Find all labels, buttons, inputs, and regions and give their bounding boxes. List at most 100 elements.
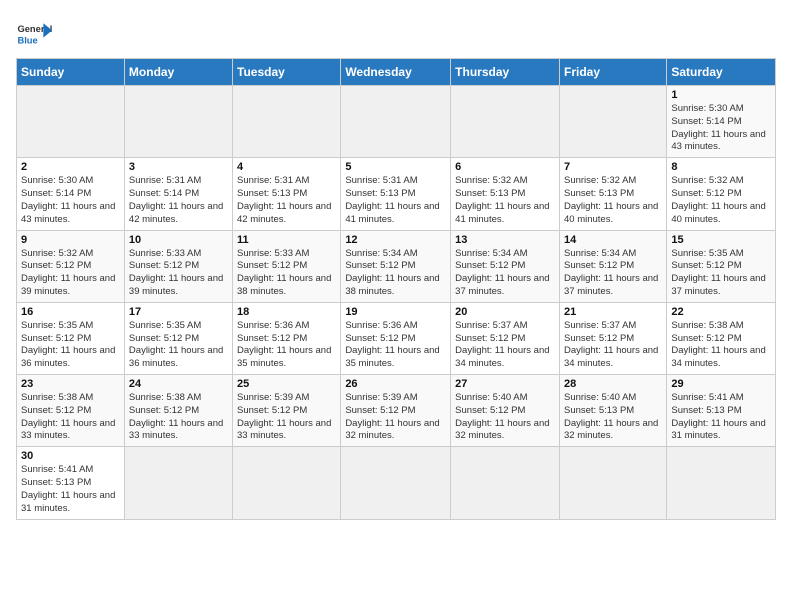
calendar-cell: 25Sunrise: 5:39 AM Sunset: 5:12 PM Dayli… bbox=[233, 375, 341, 447]
day-number: 21 bbox=[564, 306, 662, 318]
calendar-week-5: 23 Sunrise: 5:38 AM Sunset: 5:12 PM Dayli… bbox=[17, 375, 776, 447]
day-number: 18 bbox=[237, 306, 336, 318]
day-number: 2 bbox=[21, 161, 120, 173]
day-number: 23 bbox=[21, 378, 120, 390]
day-number: 25 bbox=[237, 378, 336, 390]
calendar-cell: 17 Sunrise: 5:35 AM Sunset: 5:12 PM Dayli… bbox=[124, 302, 232, 374]
calendar-cell: 24 Sunrise: 5:38 AM Sunset: 5:12 PM Dayli… bbox=[124, 375, 232, 447]
calendar-cell bbox=[341, 86, 451, 158]
weekday-header-wednesday: Wednesday bbox=[341, 59, 451, 86]
day-info: Sunrise: 5:31 AM Sunset: 5:13 PM Dayligh… bbox=[237, 175, 336, 226]
day-info: Sunrise: 5:32 AM Sunset: 5:13 PM Dayligh… bbox=[455, 175, 555, 226]
calendar-cell: 5 Sunrise: 5:31 AM Sunset: 5:13 PM Daylig… bbox=[341, 158, 451, 230]
day-number: 24 bbox=[129, 378, 228, 390]
day-info: Sunrise: 5:38 AM Sunset: 5:12 PM Dayligh… bbox=[21, 392, 120, 443]
calendar-cell: 19 Sunrise: 5:36 AM Sunset: 5:12 PM Dayli… bbox=[341, 302, 451, 374]
calendar-week-3: 9 Sunrise: 5:32 AM Sunset: 5:12 PM Daylig… bbox=[17, 230, 776, 302]
day-number: 17 bbox=[129, 306, 228, 318]
calendar-cell bbox=[233, 447, 341, 519]
calendar-cell: 27 Sunrise: 5:40 AM Sunset: 5:12 PM Dayli… bbox=[451, 375, 560, 447]
logo: General Blue bbox=[16, 16, 56, 52]
weekday-header-thursday: Thursday bbox=[451, 59, 560, 86]
day-info: Sunrise: 5:35 AM Sunset: 5:12 PM Dayligh… bbox=[671, 248, 771, 299]
day-info: Sunrise: 5:35 AM Sunset: 5:12 PM Dayligh… bbox=[129, 320, 228, 371]
day-number: 27 bbox=[455, 378, 555, 390]
calendar-cell: 4 Sunrise: 5:31 AM Sunset: 5:13 PM Daylig… bbox=[233, 158, 341, 230]
calendar-cell: 18 Sunrise: 5:36 AM Sunset: 5:12 PM Dayli… bbox=[233, 302, 341, 374]
calendar-cell: 23 Sunrise: 5:38 AM Sunset: 5:12 PM Dayli… bbox=[17, 375, 125, 447]
day-info: Sunrise: 5:34 AM Sunset: 5:12 PM Dayligh… bbox=[455, 248, 555, 299]
calendar-cell: 29 Sunrise: 5:41 AM Sunset: 5:13 PM Dayli… bbox=[667, 375, 776, 447]
calendar-cell: 10 Sunrise: 5:33 AM Sunset: 5:12 PM Dayli… bbox=[124, 230, 232, 302]
day-info: Sunrise: 5:37 AM Sunset: 5:12 PM Dayligh… bbox=[455, 320, 555, 371]
calendar-cell: 12 Sunrise: 5:34 AM Sunset: 5:12 PM Dayli… bbox=[341, 230, 451, 302]
day-number: 4 bbox=[237, 161, 336, 173]
calendar-cell bbox=[559, 447, 666, 519]
day-number: 20 bbox=[455, 306, 555, 318]
calendar-cell: 3Sunrise: 5:31 AM Sunset: 5:14 PM Daylig… bbox=[124, 158, 232, 230]
calendar-cell: 30 Sunrise: 5:41 AM Sunset: 5:13 PM Dayli… bbox=[17, 447, 125, 519]
calendar-cell: 21 Sunrise: 5:37 AM Sunset: 5:12 PM Dayli… bbox=[559, 302, 666, 374]
day-info: Sunrise: 5:33 AM Sunset: 5:12 PM Dayligh… bbox=[237, 248, 336, 299]
calendar-cell bbox=[667, 447, 776, 519]
calendar-cell: 20 Sunrise: 5:37 AM Sunset: 5:12 PM Dayli… bbox=[451, 302, 560, 374]
calendar-cell: 11Sunrise: 5:33 AM Sunset: 5:12 PM Dayli… bbox=[233, 230, 341, 302]
calendar-cell: 1Sunrise: 5:30 AM Sunset: 5:14 PM Daylig… bbox=[667, 86, 776, 158]
day-info: Sunrise: 5:30 AM Sunset: 5:14 PM Dayligh… bbox=[21, 175, 120, 226]
day-number: 22 bbox=[671, 306, 771, 318]
calendar-week-4: 16 Sunrise: 5:35 AM Sunset: 5:12 PM Dayli… bbox=[17, 302, 776, 374]
day-info: Sunrise: 5:41 AM Sunset: 5:13 PM Dayligh… bbox=[671, 392, 771, 443]
day-info: Sunrise: 5:32 AM Sunset: 5:12 PM Dayligh… bbox=[21, 248, 120, 299]
calendar-header: SundayMondayTuesdayWednesdayThursdayFrid… bbox=[17, 59, 776, 86]
day-info: Sunrise: 5:36 AM Sunset: 5:12 PM Dayligh… bbox=[345, 320, 446, 371]
day-number: 28 bbox=[564, 378, 662, 390]
weekday-header-saturday: Saturday bbox=[667, 59, 776, 86]
weekday-header-tuesday: Tuesday bbox=[233, 59, 341, 86]
day-number: 5 bbox=[345, 161, 446, 173]
calendar-cell: 26Sunrise: 5:39 AM Sunset: 5:12 PM Dayli… bbox=[341, 375, 451, 447]
day-number: 10 bbox=[129, 234, 228, 246]
day-number: 29 bbox=[671, 378, 771, 390]
day-number: 1 bbox=[671, 89, 771, 101]
calendar-week-2: 2 Sunrise: 5:30 AM Sunset: 5:14 PM Daylig… bbox=[17, 158, 776, 230]
day-number: 30 bbox=[21, 450, 120, 462]
day-number: 19 bbox=[345, 306, 446, 318]
calendar-cell: 7Sunrise: 5:32 AM Sunset: 5:13 PM Daylig… bbox=[559, 158, 666, 230]
calendar-cell: 2 Sunrise: 5:30 AM Sunset: 5:14 PM Daylig… bbox=[17, 158, 125, 230]
calendar-cell bbox=[124, 86, 232, 158]
page-header: General Blue bbox=[16, 16, 776, 52]
day-number: 26 bbox=[345, 378, 446, 390]
calendar-cell: 16Sunrise: 5:35 AM Sunset: 5:12 PM Dayli… bbox=[17, 302, 125, 374]
day-info: Sunrise: 5:31 AM Sunset: 5:13 PM Dayligh… bbox=[345, 175, 446, 226]
day-info: Sunrise: 5:37 AM Sunset: 5:12 PM Dayligh… bbox=[564, 320, 662, 371]
calendar-table: SundayMondayTuesdayWednesdayThursdayFrid… bbox=[16, 58, 776, 520]
day-number: 14 bbox=[564, 234, 662, 246]
day-number: 12 bbox=[345, 234, 446, 246]
calendar-week-6: 30 Sunrise: 5:41 AM Sunset: 5:13 PM Dayli… bbox=[17, 447, 776, 519]
day-info: Sunrise: 5:36 AM Sunset: 5:12 PM Dayligh… bbox=[237, 320, 336, 371]
day-info: Sunrise: 5:32 AM Sunset: 5:13 PM Dayligh… bbox=[564, 175, 662, 226]
calendar-cell bbox=[451, 447, 560, 519]
day-info: Sunrise: 5:38 AM Sunset: 5:12 PM Dayligh… bbox=[129, 392, 228, 443]
day-info: Sunrise: 5:41 AM Sunset: 5:13 PM Dayligh… bbox=[21, 464, 120, 515]
day-info: Sunrise: 5:31 AM Sunset: 5:14 PM Dayligh… bbox=[129, 175, 228, 226]
calendar-cell bbox=[233, 86, 341, 158]
day-number: 16 bbox=[21, 306, 120, 318]
calendar-cell: 6Sunrise: 5:32 AM Sunset: 5:13 PM Daylig… bbox=[451, 158, 560, 230]
day-number: 9 bbox=[21, 234, 120, 246]
day-info: Sunrise: 5:34 AM Sunset: 5:12 PM Dayligh… bbox=[564, 248, 662, 299]
day-info: Sunrise: 5:33 AM Sunset: 5:12 PM Dayligh… bbox=[129, 248, 228, 299]
day-info: Sunrise: 5:34 AM Sunset: 5:12 PM Dayligh… bbox=[345, 248, 446, 299]
calendar-cell: 15Sunrise: 5:35 AM Sunset: 5:12 PM Dayli… bbox=[667, 230, 776, 302]
weekday-header-friday: Friday bbox=[559, 59, 666, 86]
calendar-cell bbox=[559, 86, 666, 158]
day-info: Sunrise: 5:40 AM Sunset: 5:12 PM Dayligh… bbox=[455, 392, 555, 443]
calendar-cell: 22Sunrise: 5:38 AM Sunset: 5:12 PM Dayli… bbox=[667, 302, 776, 374]
day-info: Sunrise: 5:32 AM Sunset: 5:12 PM Dayligh… bbox=[671, 175, 771, 226]
calendar-week-1: 1Sunrise: 5:30 AM Sunset: 5:14 PM Daylig… bbox=[17, 86, 776, 158]
weekday-row: SundayMondayTuesdayWednesdayThursdayFrid… bbox=[17, 59, 776, 86]
calendar-cell: 14 Sunrise: 5:34 AM Sunset: 5:12 PM Dayli… bbox=[559, 230, 666, 302]
calendar-cell bbox=[341, 447, 451, 519]
calendar-cell bbox=[451, 86, 560, 158]
calendar-cell: 9 Sunrise: 5:32 AM Sunset: 5:12 PM Daylig… bbox=[17, 230, 125, 302]
